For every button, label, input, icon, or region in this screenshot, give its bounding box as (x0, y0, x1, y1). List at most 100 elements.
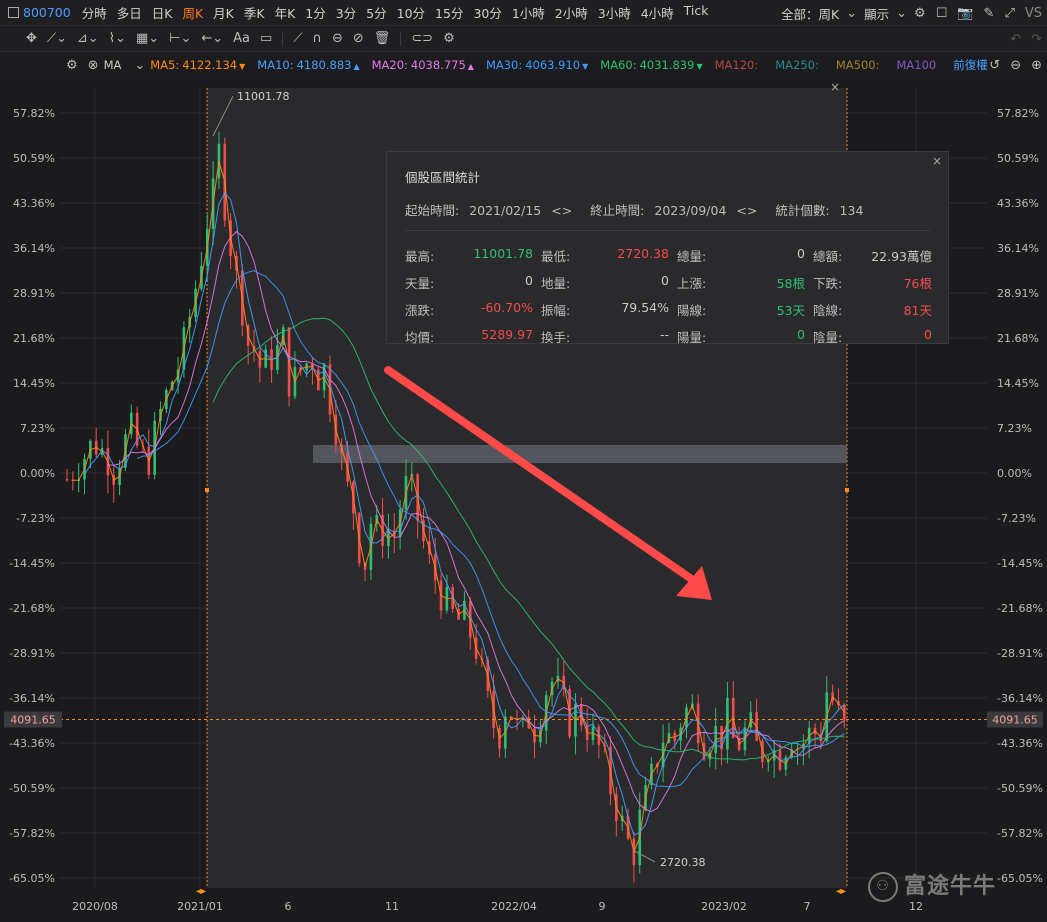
undo-redo: ↶ ↷ (1005, 26, 1047, 52)
fullscreen-icon[interactable]: ⤢ (1004, 6, 1014, 21)
tab-timeframe[interactable]: 分時 (77, 3, 112, 22)
undo-icon[interactable]: ↶ (1010, 32, 1021, 47)
range-start-marker[interactable]: ◂▸ (196, 886, 206, 897)
ma-item[interactable]: MA30: 4063.910 ▼ (486, 58, 588, 72)
stat-value: -- (659, 327, 669, 342)
stat-value: 53天 (776, 303, 805, 318)
vs-compare-icon[interactable]: VS (1025, 6, 1042, 21)
link-icon[interactable]: ⊂⊃ (411, 31, 433, 46)
tab-timeframe[interactable]: 周K (177, 3, 208, 22)
y-tick-label-left: -21.68% (9, 602, 55, 615)
tab-timeframe[interactable]: 30分 (468, 3, 506, 22)
chevron-down-icon[interactable]: ⌄ (896, 6, 907, 21)
wave-tool-icon[interactable]: ⌇⌄ (109, 31, 126, 46)
low-annotation: 2720.38 (660, 856, 706, 869)
display-dropdown[interactable]: 顯示 (859, 4, 894, 23)
chevron-down-icon[interactable]: ⌄ (846, 6, 857, 21)
ma-value: 4180.883 (296, 58, 352, 72)
channel-tool-icon[interactable]: ⊿⌄ (77, 31, 99, 46)
tab-timeframe[interactable]: 3分 (331, 3, 361, 22)
tab-timeframe[interactable]: 5分 (361, 3, 391, 22)
tab-timeframe[interactable]: 10分 (392, 3, 430, 22)
ma-indicator-bar: ⚙ ⊗ MA ⌄ MA5: 4122.134 ▼ MA10: 4180.883 ▲ MA20… (0, 52, 1047, 78)
range-close-icon[interactable]: × (830, 80, 840, 94)
ma-item[interactable]: MA20: 4038.775 ▲ (372, 58, 474, 72)
symbol-code[interactable]: 800700 (23, 5, 71, 20)
chevron-down-icon[interactable]: ⌄ (134, 58, 145, 73)
tab-timeframe[interactable]: 15分 (430, 3, 468, 22)
ruler-icon[interactable]: ⟋ (293, 31, 302, 46)
stat-value: -60.70% (480, 300, 533, 315)
tab-timeframe[interactable]: 1分 (300, 3, 330, 22)
ma-item[interactable]: MA10: 4180.883 ▲ (257, 58, 359, 72)
tab-timeframe[interactable]: 季K (239, 3, 270, 22)
y-tick-label-right: -50.59% (997, 782, 1043, 795)
end-value: 2023/09/04 (654, 203, 727, 218)
magnet-icon[interactable]: ∩ (312, 31, 322, 46)
lock-icon[interactable]: ⊖ (332, 31, 343, 46)
tab-timeframe[interactable]: 4小時 (636, 3, 679, 22)
ma-item[interactable]: MA120: (715, 58, 764, 72)
high-annotation: 11001.78 (237, 90, 290, 103)
ma-values: MA5: 4122.134 ▼ MA10: 4180.883 ▲ MA20: 4038.775… (150, 58, 953, 72)
camera-icon[interactable]: 📷 (957, 6, 973, 21)
range-start-handle[interactable] (205, 488, 209, 492)
redo-icon[interactable]: ↷ (1031, 32, 1042, 47)
tab-timeframe[interactable]: 多日 (112, 3, 147, 22)
end-adjust-icon[interactable]: <> (736, 203, 757, 218)
pen-icon[interactable]: ✎ (984, 6, 995, 21)
settings-gear-icon[interactable]: ⚙ (443, 31, 455, 46)
trash-icon[interactable]: 🗑 (374, 31, 391, 46)
adjust-mode[interactable]: 前復權 (953, 57, 988, 73)
current-price-label-left: 4091.65 (10, 714, 56, 727)
line-tool-icon[interactable]: ⟋⌄ (47, 31, 67, 46)
measure-tool-icon[interactable]: ⊢⌄ (169, 31, 191, 46)
x-tick-label: 7 (804, 900, 811, 913)
hide-icon[interactable]: ⊘ (353, 31, 364, 46)
ma-value: 4038.775 (410, 58, 466, 72)
tab-timeframe[interactable]: 1小時 (507, 3, 550, 22)
text-tool-icon[interactable]: Aa (233, 31, 250, 46)
ma-item[interactable]: MA100 (896, 58, 941, 72)
start-adjust-icon[interactable]: <> (551, 203, 572, 218)
interval-stats-panel: 個股區間統計 × 起始時間: 2021/02/15 <> 終止時間: 2023/… (386, 151, 949, 345)
stat-label: 漲跌: (405, 303, 435, 318)
reset-icon[interactable]: ↺ (989, 58, 1000, 73)
tab-timeframe[interactable]: Tick (679, 3, 714, 22)
ma-trend-arrow: ▲ (353, 62, 360, 71)
close-icon[interactable]: × (932, 154, 942, 168)
range-dropdown[interactable]: 全部：周K (776, 4, 844, 23)
ma-item[interactable]: MA60: 4031.839 ▼ (600, 58, 702, 72)
ma-name: MA30: (485, 58, 523, 72)
tab-timeframe[interactable]: 2小時 (550, 3, 593, 22)
move-cursor-icon[interactable]: ✥ (26, 31, 37, 46)
zoom-out-icon[interactable]: ⊖ (1010, 58, 1021, 73)
range-end-handle[interactable] (845, 488, 849, 492)
zoom-in-icon[interactable]: ⊕ (1031, 58, 1042, 73)
fib-tool-icon[interactable]: ▦⌄ (136, 31, 159, 46)
ma-name: MA250: (775, 58, 819, 72)
ma-item[interactable]: MA250: (775, 58, 824, 72)
settings-gear-icon[interactable]: ⚙ (914, 6, 926, 21)
tab-timeframe[interactable]: 月K (208, 3, 239, 22)
ma-item[interactable]: MA5: 4122.134 ▼ (150, 58, 245, 72)
range-end-marker[interactable]: ◂▸ (836, 886, 846, 897)
ma-item[interactable]: MA500: (836, 58, 885, 72)
toolbar-divider (282, 31, 284, 46)
sidebar-toggle-icon[interactable] (8, 7, 19, 18)
stat-cell: 天量: 0 (405, 273, 541, 292)
close-icon[interactable]: ⊗ (88, 58, 99, 73)
ma-label[interactable]: MA (104, 58, 122, 72)
checkbox-icon[interactable]: ☐ (936, 6, 948, 21)
tab-timeframe[interactable]: 日K (147, 3, 178, 22)
arrow-tool-icon[interactable]: ←⌄ (201, 31, 223, 46)
tab-timeframe[interactable]: 年K (270, 3, 301, 22)
comment-tool-icon[interactable]: ▭ (260, 31, 272, 46)
stat-cell: 振幅: 79.54% (541, 300, 677, 319)
stat-value: 76根 (903, 276, 932, 291)
y-tick-label-left: 28.91% (13, 287, 55, 300)
settings-gear-icon[interactable]: ⚙ (66, 58, 78, 73)
ma-value: 4122.134 (182, 58, 238, 72)
tab-timeframe[interactable]: 3小時 (593, 3, 636, 22)
stat-label: 總額: (813, 249, 843, 264)
